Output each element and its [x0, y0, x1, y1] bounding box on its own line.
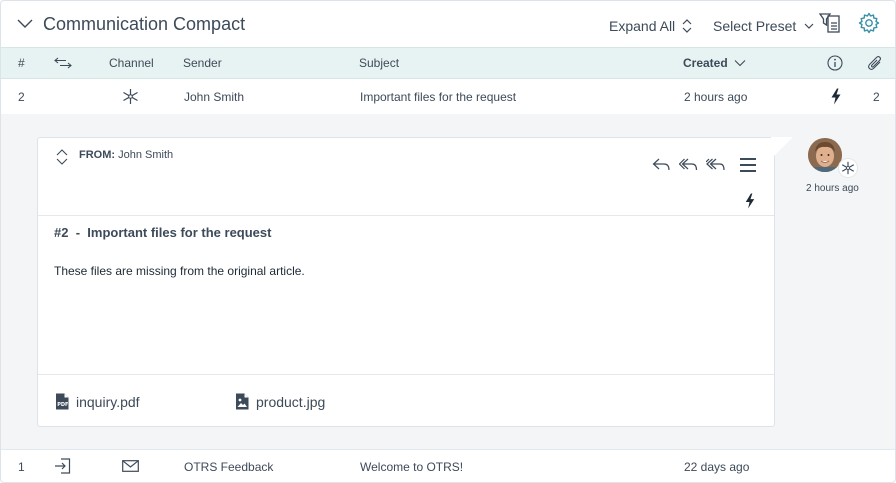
expand-all-label: Expand All	[609, 18, 676, 34]
attachment-item[interactable]: product.jpg	[235, 393, 325, 410]
row-created: 2 hours ago	[684, 90, 748, 104]
column-created-label: Created	[683, 56, 728, 70]
expanded-article-area: FROM: John Smith #2 - Important files fo…	[1, 114, 895, 449]
row-number: 2	[18, 90, 25, 104]
email-icon	[122, 460, 139, 472]
select-preset-label: Select Preset	[713, 18, 797, 34]
chevron-down-icon	[804, 23, 814, 29]
pdf-file-icon: PDF	[56, 393, 69, 410]
attachment-bar: PDF inquiry.pdf product.jpg	[38, 374, 774, 426]
filter-list-icon[interactable]	[819, 12, 841, 34]
attachment-name: inquiry.pdf	[76, 393, 140, 410]
article-card: FROM: John Smith #2 - Important files fo…	[37, 137, 775, 427]
forward-icon[interactable]	[706, 156, 725, 173]
article-header: FROM: John Smith	[38, 138, 774, 216]
row-created: 22 days ago	[684, 460, 750, 474]
article-subject-line: #2 - Important files for the request	[54, 225, 271, 240]
article-separator: -	[75, 225, 81, 240]
sort-updown-icon	[682, 19, 692, 33]
gear-icon[interactable]	[858, 12, 880, 34]
chevron-down-icon[interactable]	[17, 17, 33, 29]
row-sender: OTRS Feedback	[184, 460, 274, 474]
avatar-photo	[808, 138, 842, 172]
lightning-bolt-icon	[745, 193, 755, 209]
article-subject: Important files for the request	[87, 225, 272, 240]
table-row[interactable]: 2 John Smith Important files for the req…	[1, 80, 895, 114]
from-name: John Smith	[118, 149, 174, 161]
attachment-item[interactable]: PDF inquiry.pdf	[55, 393, 140, 410]
row-number: 1	[18, 460, 25, 474]
article-number: #2	[54, 225, 69, 240]
column-number[interactable]: #	[18, 56, 25, 70]
select-preset-dropdown[interactable]: Select Preset	[713, 18, 814, 34]
column-sender[interactable]: Sender	[183, 56, 222, 70]
info-icon[interactable]	[827, 55, 843, 71]
communication-compact-widget: Communication Compact Expand All Select …	[0, 0, 896, 483]
article-actions	[652, 156, 757, 173]
table-row[interactable]: 1 OTRS Feedback Welcome to OTRS! 22 days…	[1, 450, 895, 482]
row-sender: John Smith	[184, 90, 245, 104]
row-subject: Important files for the request	[360, 90, 517, 104]
image-file-icon	[236, 393, 249, 410]
reply-all-icon[interactable]	[679, 156, 698, 173]
chevron-down-icon	[734, 60, 746, 67]
lightning-bolt-icon	[831, 88, 841, 105]
reply-icon[interactable]	[652, 156, 671, 173]
collapse-updown-icon[interactable]	[55, 147, 69, 167]
column-subject[interactable]: Subject	[359, 56, 399, 70]
hamburger-menu-icon[interactable]	[739, 157, 757, 173]
incoming-arrow-icon	[55, 458, 71, 474]
paperclip-icon[interactable]	[867, 55, 883, 72]
internal-channel-icon	[841, 161, 855, 175]
attachment-name: product.jpg	[256, 393, 326, 410]
direction-arrows-icon[interactable]	[54, 57, 72, 69]
article-body: These files are missing from the origina…	[54, 264, 305, 278]
table-header: # Channel Sender Subject Created	[1, 47, 895, 79]
avatar-time: 2 hours ago	[806, 183, 859, 194]
column-channel[interactable]: Channel	[109, 56, 154, 70]
expand-all-button[interactable]: Expand All	[609, 18, 692, 34]
avatar-channel-badge	[838, 158, 858, 178]
widget-title: Communication Compact	[43, 14, 246, 34]
card-pointer	[771, 137, 793, 159]
row-subject: Welcome to OTRS!	[360, 460, 464, 474]
from-label: FROM:	[79, 149, 116, 161]
svg-text:PDF: PDF	[57, 402, 68, 408]
avatar	[808, 138, 842, 172]
article-from: FROM: John Smith	[79, 149, 173, 161]
widget-header: Communication Compact Expand All Select …	[1, 1, 895, 47]
row-attachment-count: 2	[873, 90, 880, 104]
internal-channel-icon	[123, 89, 138, 104]
column-created[interactable]: Created	[683, 56, 746, 70]
